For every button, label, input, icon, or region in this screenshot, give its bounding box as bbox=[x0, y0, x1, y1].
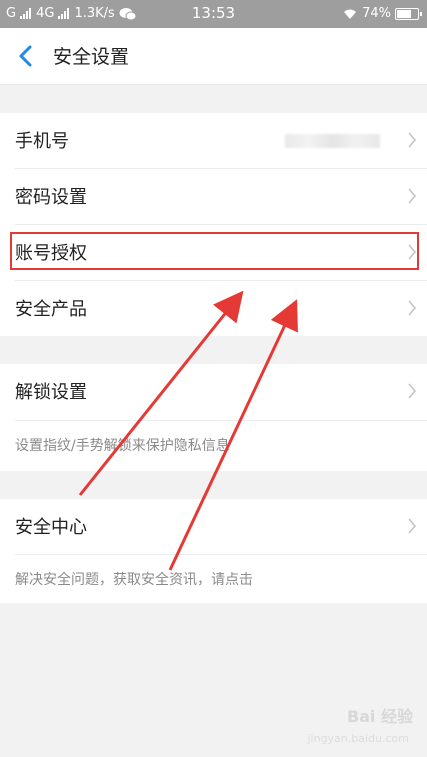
row-label: 账号授权 bbox=[15, 243, 87, 264]
divider bbox=[15, 554, 427, 555]
settings-group-security-center: 安全中心 解决安全问题，获取安全资讯，请点击 bbox=[0, 499, 427, 603]
row-label: 安全产品 bbox=[15, 299, 87, 320]
battery-icon bbox=[395, 7, 422, 20]
baidu-watermark-url: jingyan.baidu.com bbox=[307, 732, 409, 745]
row-security-products[interactable]: 安全产品 bbox=[0, 281, 427, 336]
row-label: 手机号 bbox=[15, 131, 69, 152]
page-title: 安全设置 bbox=[53, 46, 130, 68]
phone-number-value bbox=[285, 134, 380, 148]
status-right: 74% bbox=[342, 6, 422, 21]
settings-group-account: 手机号 密码设置 账号授权 安全产品 bbox=[0, 113, 427, 336]
row-label: 解锁设置 bbox=[15, 382, 87, 403]
unlock-hint: 设置指纹/手势解锁来保护隐私信息 bbox=[15, 438, 230, 454]
row-unlock-settings[interactable]: 解锁设置 bbox=[0, 364, 427, 419]
chevron-right-icon bbox=[408, 300, 417, 316]
row-label: 密码设置 bbox=[15, 187, 87, 208]
row-phone-number[interactable]: 手机号 bbox=[0, 113, 427, 168]
chevron-right-icon bbox=[408, 188, 417, 204]
row-security-center[interactable]: 安全中心 bbox=[0, 499, 427, 554]
row-password-settings[interactable]: 密码设置 bbox=[0, 169, 427, 224]
chevron-right-icon bbox=[408, 244, 417, 260]
divider bbox=[15, 420, 427, 421]
chevron-right-icon bbox=[408, 132, 417, 148]
status-bar: G 4G 1.3K/s 13:53 74% bbox=[0, 0, 427, 28]
wifi-icon bbox=[344, 9, 357, 19]
chevron-right-icon bbox=[408, 518, 417, 534]
row-account-authorization[interactable]: 账号授权 bbox=[0, 225, 427, 280]
back-arrow-icon[interactable] bbox=[14, 42, 40, 70]
baidu-watermark: Bai 经验 bbox=[346, 707, 413, 726]
settings-group-unlock: 解锁设置 设置指纹/手势解锁来保护隐私信息 bbox=[0, 364, 427, 471]
security-center-hint: 解决安全问题，获取安全资讯，请点击 bbox=[15, 572, 253, 588]
row-label: 安全中心 bbox=[15, 517, 87, 538]
top-app-bar: 安全设置 bbox=[0, 28, 427, 85]
battery-percent: 74% bbox=[362, 6, 391, 21]
chevron-right-icon bbox=[408, 383, 417, 399]
